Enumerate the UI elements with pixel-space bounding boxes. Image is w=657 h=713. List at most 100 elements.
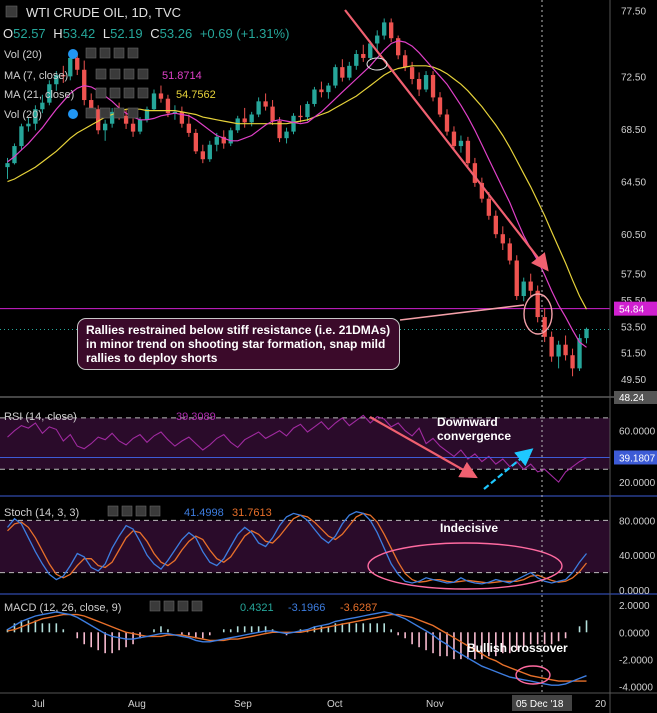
candle-body[interactable] (193, 132, 199, 152)
candle-body[interactable] (319, 89, 324, 93)
settings-icon[interactable] (109, 87, 121, 99)
candle-body[interactable] (507, 243, 512, 261)
close-icon[interactable] (127, 47, 139, 59)
candle-body[interactable] (270, 106, 275, 122)
candle-body[interactable] (375, 35, 380, 44)
copy-icon[interactable] (121, 505, 133, 517)
candle-body[interactable] (423, 75, 429, 90)
candle-body[interactable] (500, 234, 505, 244)
candle-body[interactable] (207, 144, 212, 160)
macd-note: Bullish crossover (467, 641, 568, 655)
candle-body[interactable] (75, 57, 80, 70)
settings-icon[interactable] (85, 107, 97, 119)
candle-body[interactable] (549, 336, 554, 357)
macd-tick-label: 0.0000 (619, 628, 650, 639)
close-icon[interactable] (149, 505, 161, 517)
candle-body[interactable] (256, 101, 261, 115)
candle-body[interactable] (563, 344, 568, 356)
settings-icon[interactable] (149, 600, 161, 612)
candle-body[interactable] (437, 97, 443, 115)
eye-icon[interactable] (68, 49, 78, 59)
eye-icon[interactable] (68, 109, 78, 119)
candle-body[interactable] (465, 140, 471, 164)
candle-body[interactable] (228, 130, 233, 144)
candle-body[interactable] (402, 55, 408, 68)
vol-label[interactable]: Vol (20) (4, 49, 42, 61)
candle-body[interactable] (5, 163, 10, 168)
copy-icon[interactable] (163, 600, 175, 612)
candle-body[interactable] (123, 115, 129, 124)
candle-body[interactable] (354, 53, 359, 66)
candle-body[interactable] (458, 140, 464, 147)
candle-body[interactable] (444, 114, 450, 132)
rsi-label[interactable]: RSI (14, close) (4, 411, 77, 423)
ma7-label[interactable]: MA (7, close) (4, 70, 68, 82)
settings-icon[interactable] (109, 68, 121, 80)
eye-icon[interactable] (95, 68, 107, 80)
candle-body[interactable] (151, 93, 157, 110)
copy-icon[interactable] (99, 47, 111, 59)
candle-body[interactable] (137, 119, 143, 132)
candle-body[interactable] (305, 103, 310, 118)
copy-icon[interactable] (99, 107, 111, 119)
settings-icon[interactable] (107, 505, 119, 517)
add-icon[interactable] (123, 68, 135, 80)
candle-body[interactable] (19, 126, 24, 147)
candle-body[interactable] (298, 115, 303, 118)
candle-body[interactable] (235, 118, 240, 131)
candle-body[interactable] (521, 281, 526, 297)
eye-icon[interactable] (95, 87, 107, 99)
close-icon[interactable] (127, 107, 139, 119)
candle-body[interactable] (291, 115, 296, 132)
candle-body[interactable] (26, 123, 31, 127)
stoch-label[interactable]: Stoch (14, 3, 3) (4, 507, 79, 519)
candle-body[interactable] (493, 215, 498, 235)
candle-body[interactable] (584, 328, 589, 339)
candle-body[interactable] (430, 75, 436, 98)
close-icon[interactable] (137, 68, 149, 80)
candle-body[interactable] (340, 67, 345, 78)
candle-body[interactable] (556, 344, 561, 357)
candle-body[interactable] (312, 89, 317, 104)
candle-body[interactable] (389, 22, 394, 39)
candle-body[interactable] (542, 317, 547, 337)
add-icon[interactable] (113, 47, 125, 59)
candle-body[interactable] (284, 131, 289, 139)
add-icon[interactable] (135, 505, 147, 517)
candle-body[interactable] (333, 67, 338, 86)
candle-body[interactable] (102, 123, 108, 131)
candle-body[interactable] (68, 57, 73, 77)
candle-body[interactable] (186, 123, 192, 133)
close-icon[interactable] (191, 600, 203, 612)
ma21-label[interactable]: MA (21, close) (4, 89, 74, 101)
close-label: C (150, 26, 159, 41)
candle-body[interactable] (249, 114, 254, 123)
settings-icon[interactable] (85, 47, 97, 59)
candle-body[interactable] (570, 355, 575, 369)
candle-body[interactable] (214, 136, 219, 145)
macd-label[interactable]: MACD (12, 26, close, 9) (4, 602, 121, 614)
candle-body[interactable] (514, 260, 519, 297)
add-icon[interactable] (123, 87, 135, 99)
candle-body[interactable] (486, 198, 492, 216)
candle-body[interactable] (528, 281, 533, 291)
candle-body[interactable] (347, 65, 352, 78)
vol2-label[interactable]: Vol (20) (4, 109, 42, 121)
candle-body[interactable] (200, 151, 205, 160)
rsi-tick-label: 39.1807 (619, 453, 656, 464)
candle-body[interactable] (158, 93, 164, 99)
add-icon[interactable] (113, 107, 125, 119)
candle-body[interactable] (416, 78, 422, 90)
candle-body[interactable] (409, 67, 415, 79)
candle-body[interactable] (82, 69, 87, 101)
candle-body[interactable] (326, 85, 331, 93)
candle-body[interactable] (242, 118, 247, 123)
add-icon[interactable] (177, 600, 189, 612)
candle-body[interactable] (263, 101, 268, 107)
candle-body[interactable] (130, 123, 136, 132)
candle-body[interactable] (382, 22, 387, 36)
candle-body[interactable] (361, 53, 366, 58)
candle-body[interactable] (451, 131, 457, 147)
close-icon[interactable] (137, 87, 149, 99)
collapse-button[interactable] (5, 5, 18, 18)
